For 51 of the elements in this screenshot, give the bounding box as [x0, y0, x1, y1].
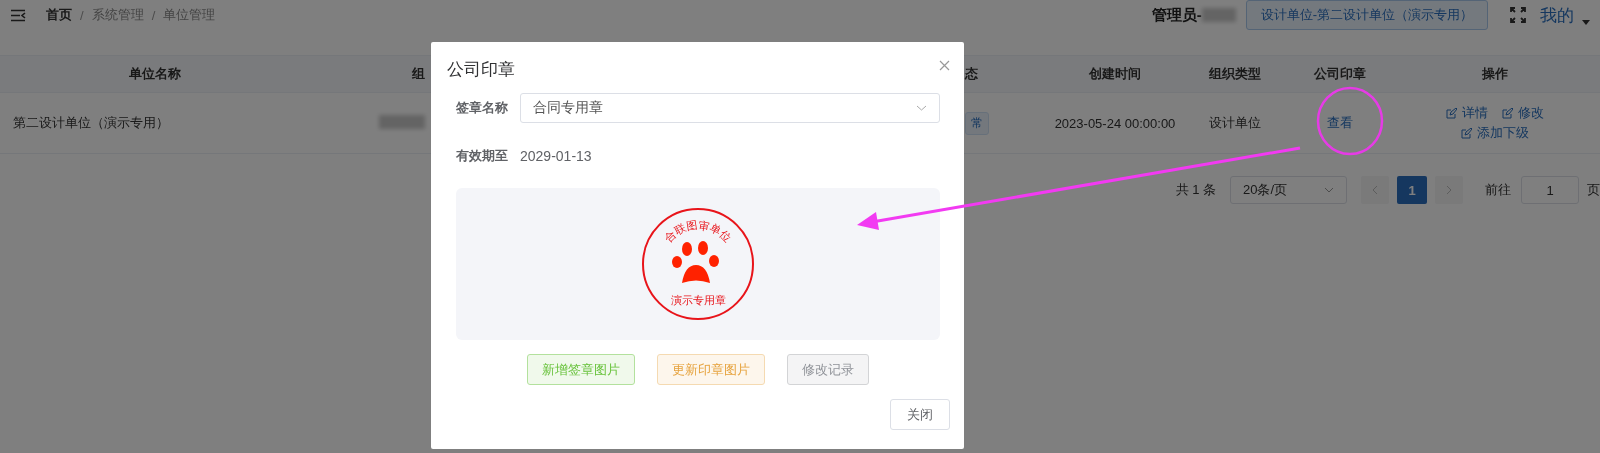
view-link[interactable]: 查看: [1327, 115, 1353, 130]
breadcrumb-link[interactable]: 首页: [46, 6, 72, 24]
user-label: 管理员-: [1151, 5, 1202, 25]
table-cell: 2023-05-24 00:00:00: [1054, 115, 1176, 131]
goto-suffix: 页: [1587, 181, 1600, 199]
chevron-left-icon: [1372, 185, 1378, 195]
table-cell: 设计单位: [1209, 115, 1261, 130]
goto-page-field[interactable]: 1: [1521, 176, 1579, 204]
breadcrumb-separator: /: [80, 7, 84, 23]
page-size-select[interactable]: 20条/页: [1230, 176, 1347, 204]
org-button[interactable]: 设计单位-第二设计单位（演示专用）: [1245, 0, 1488, 30]
column-header: 公司印章: [1314, 66, 1366, 81]
close-icon[interactable]: [939, 60, 950, 71]
column-header: 组织类型: [1209, 66, 1261, 81]
total-count: 共 1 条: [1175, 181, 1216, 199]
menu-icon[interactable]: [10, 8, 26, 22]
edit-icon: [1461, 127, 1472, 139]
edit-icon: [1446, 107, 1457, 119]
field-value: 2029-01-13: [520, 148, 592, 164]
action-link[interactable]: 修改: [1502, 104, 1544, 122]
dialog-title: 公司印章: [447, 59, 515, 81]
goto-label: 前往: [1485, 181, 1511, 199]
action-link[interactable]: 添加下级: [1461, 124, 1529, 142]
chevron-down-icon: [916, 105, 927, 111]
column-header: 单位名称: [129, 66, 181, 81]
fullscreen-icon[interactable]: [1510, 7, 1526, 23]
breadcrumb-separator: /: [151, 7, 156, 23]
column-header: 操作: [1482, 66, 1508, 81]
seal-name-select[interactable]: 合同专用章: [520, 93, 940, 123]
action-button[interactable]: 新增签章图片: [527, 354, 635, 385]
caret-icon[interactable]: [1582, 19, 1590, 25]
blurred-cell: [379, 114, 425, 129]
user-menu[interactable]: 我的: [1540, 3, 1574, 27]
field-label: 有效期至: [456, 147, 509, 165]
table-cell: 第二设计单位（演示专用）: [13, 115, 169, 130]
close-button[interactable]: 关闭: [890, 399, 950, 430]
action-link[interactable]: 详情: [1446, 104, 1488, 122]
column-header: 创建时间: [1089, 66, 1141, 81]
field-label: 签章名称: [456, 99, 509, 117]
action-button[interactable]: 更新印章图片: [657, 354, 765, 385]
seal-drawing: 合联图审单位 演示专用章: [641, 207, 755, 321]
status-tag: 常: [965, 111, 989, 135]
edit-icon: [1502, 107, 1513, 119]
blurred-username: [1201, 8, 1236, 22]
column-header: 态: [965, 66, 978, 81]
chevron-right-icon: [1446, 185, 1452, 195]
page-button[interactable]: 1: [1397, 176, 1427, 204]
column-header: 组: [412, 66, 425, 81]
annotation-circle: [1316, 86, 1384, 156]
action-button[interactable]: 修改记录: [787, 354, 869, 385]
chevron-down-icon: [1324, 187, 1334, 193]
